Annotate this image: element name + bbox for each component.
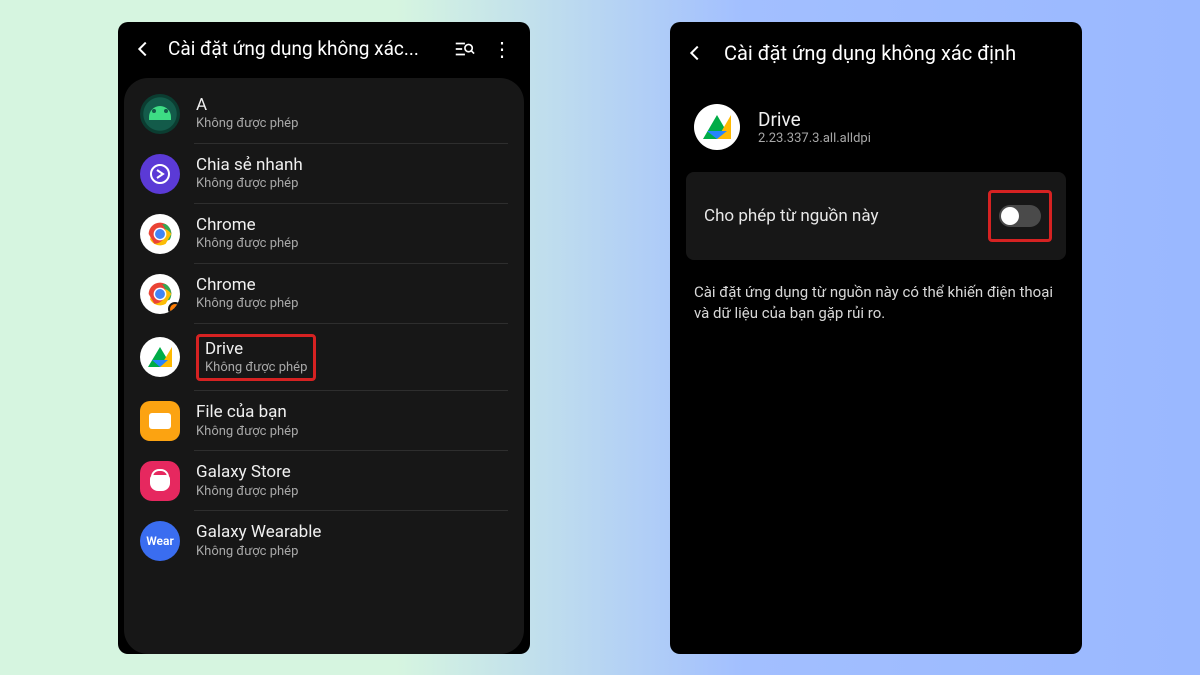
files-icon: [140, 401, 180, 441]
app-name: Chrome: [196, 275, 298, 296]
app-row-galaxystore[interactable]: Galaxy Store Không được phép: [124, 451, 524, 511]
app-row-chrome-2[interactable]: Chrome Không được phép: [124, 264, 524, 324]
app-status: Không được phép: [196, 116, 298, 132]
more-icon[interactable]: ⋮: [488, 35, 516, 63]
detail-content: Drive 2.23.337.3.all.alldpi Cho phép từ …: [670, 72, 1082, 326]
back-icon[interactable]: [680, 38, 710, 68]
app-status: Không được phép: [196, 176, 303, 192]
filter-search-icon[interactable]: [450, 35, 478, 63]
app-status: Không được phép: [205, 360, 307, 376]
app-text: Chrome Không được phép: [196, 275, 298, 313]
app-status: Không được phép: [196, 236, 298, 252]
apps-card: A Không được phép Chia sẻ nhanh Không đư…: [124, 78, 524, 654]
app-text: A Không được phép: [196, 95, 298, 133]
app-name: Drive: [758, 108, 871, 131]
app-text: Galaxy Wearable Không được phép: [196, 522, 321, 560]
app-row-a[interactable]: A Không được phép: [124, 84, 524, 144]
app-row-chrome-1[interactable]: Chrome Không được phép: [124, 204, 524, 264]
app-row-files[interactable]: File của bạn Không được phép: [124, 391, 524, 451]
app-name: Galaxy Store: [196, 462, 298, 483]
app-row-wearable[interactable]: Wear Galaxy Wearable Không được phép: [124, 511, 524, 571]
app-name: Chia sẻ nhanh: [196, 155, 303, 176]
toggle-switch[interactable]: [999, 205, 1041, 227]
app-header: Drive 2.23.337.3.all.alldpi: [694, 104, 1064, 150]
app-version: 2.23.337.3.all.alldpi: [758, 131, 871, 146]
app-name: Galaxy Wearable: [196, 522, 321, 543]
app-status: Không được phép: [196, 484, 298, 500]
page-title: Cài đặt ứng dụng không xác định: [720, 41, 1016, 65]
app-name: Chrome: [196, 215, 298, 236]
allow-source-row[interactable]: Cho phép từ nguồn này: [686, 172, 1066, 260]
drive-icon: [694, 104, 740, 150]
app-meta: Drive 2.23.337.3.all.alldpi: [758, 108, 871, 146]
toggle-label: Cho phép từ nguồn này: [704, 206, 878, 226]
app-status: Không được phép: [196, 544, 321, 560]
app-row-drive[interactable]: Drive Không được phép: [124, 324, 524, 392]
app-name: Drive: [205, 339, 307, 360]
app-text: Galaxy Store Không được phép: [196, 462, 298, 500]
chrome-icon: [140, 214, 180, 254]
app-text-highlighted: Drive Không được phép: [196, 334, 316, 382]
app-text: Chrome Không được phép: [196, 215, 298, 253]
app-status: Không được phép: [196, 424, 298, 440]
chrome-beta-icon: [140, 274, 180, 314]
warning-text: Cài đặt ứng dụng từ nguồn này có thể khi…: [688, 260, 1064, 326]
topbar: Cài đặt ứng dụng không xác... ⋮: [118, 22, 530, 68]
app-text: Chia sẻ nhanh Không được phép: [196, 155, 303, 193]
update-badge-icon: [168, 302, 180, 314]
app-name: File của bạn: [196, 402, 298, 423]
wear-label: Wear: [146, 534, 174, 548]
galaxy-wearable-icon: Wear: [140, 521, 180, 561]
phone-left: Cài đặt ứng dụng không xác... ⋮ A Không …: [118, 22, 530, 654]
app-status: Không được phép: [196, 296, 298, 312]
app-text: File của bạn Không được phép: [196, 402, 298, 440]
topbar: Cài đặt ứng dụng không xác định: [670, 22, 1082, 72]
android-icon: [140, 94, 180, 134]
app-row-share[interactable]: Chia sẻ nhanh Không được phép: [124, 144, 524, 204]
highlight-box: [988, 190, 1052, 242]
quickshare-icon: [140, 154, 180, 194]
app-name: A: [196, 95, 298, 116]
back-icon[interactable]: [128, 34, 158, 64]
page-title: Cài đặt ứng dụng không xác...: [168, 37, 440, 60]
drive-icon: [140, 337, 180, 377]
phone-right: Cài đặt ứng dụng không xác định Drive 2.…: [670, 22, 1082, 654]
galaxy-store-icon: [140, 461, 180, 501]
